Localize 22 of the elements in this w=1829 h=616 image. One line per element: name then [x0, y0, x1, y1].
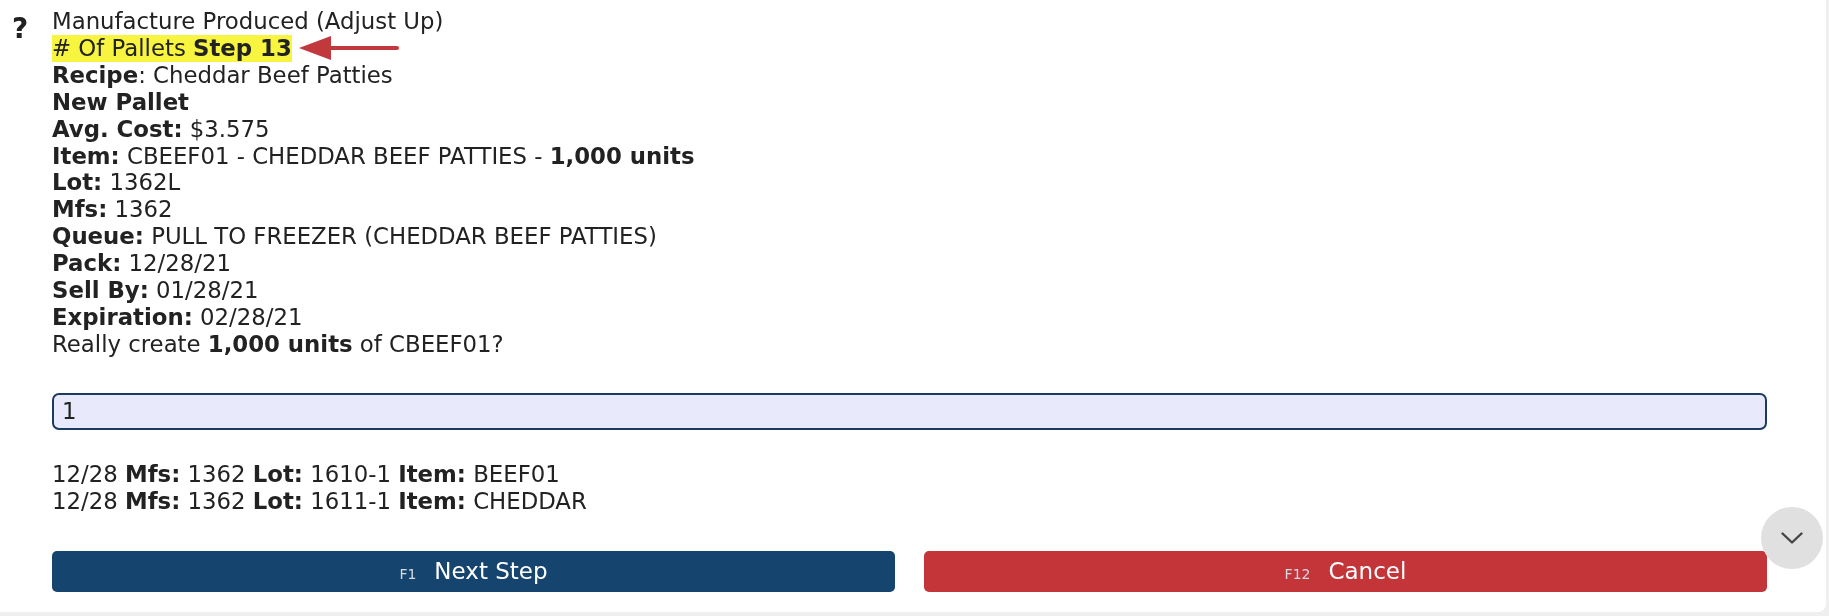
dialog-title: Manufacture Produced (Adjust Up): [52, 8, 444, 35]
pallets-input[interactable]: 1: [52, 392, 1767, 430]
section-heading: New Pallet: [52, 88, 189, 116]
component-line: 12/28 Mfs: 1362 Lot: 1611-1 Item: CHEDDAR: [52, 487, 587, 515]
detail-line: Pack: 12/28/21: [52, 250, 231, 278]
detail-line: Avg. Cost: $3.575: [52, 115, 270, 143]
detail-line: Sell By: 01/28/21: [52, 277, 259, 304]
pallets-prompt: # Of Pallets Step 13: [52, 34, 292, 62]
detail-line: Lot: 1362L: [52, 169, 181, 197]
component-line: 12/28 Mfs: 1362 Lot: 1610-1 Item: BEEF01: [52, 460, 560, 488]
shortcut-key: F12: [1284, 560, 1311, 582]
cancel-button[interactable]: F12 Cancel: [924, 550, 1767, 592]
help-icon[interactable]: ?: [0, 8, 29, 43]
detail-line: Mfs: 1362: [52, 196, 173, 224]
shortcut-key: F1: [399, 560, 417, 582]
detail-line: Really create 1,000 units of CBEEF01?: [52, 330, 504, 358]
detail-line: Expiration: 02/28/21: [52, 303, 303, 331]
detail-line: Queue: PULL TO FREEZER (CHEDDAR BEEF PATTIES): [52, 223, 657, 251]
detail-line: Recipe: Cheddar Beef Patties: [52, 61, 393, 89]
chevron-down-icon: [1781, 532, 1803, 544]
detail-line: Item: CBEEF01 - CHEDDAR BEEF PATTIES - 1,000 units: [52, 142, 695, 170]
next-step-button[interactable]: F1 Next Step: [52, 550, 895, 592]
